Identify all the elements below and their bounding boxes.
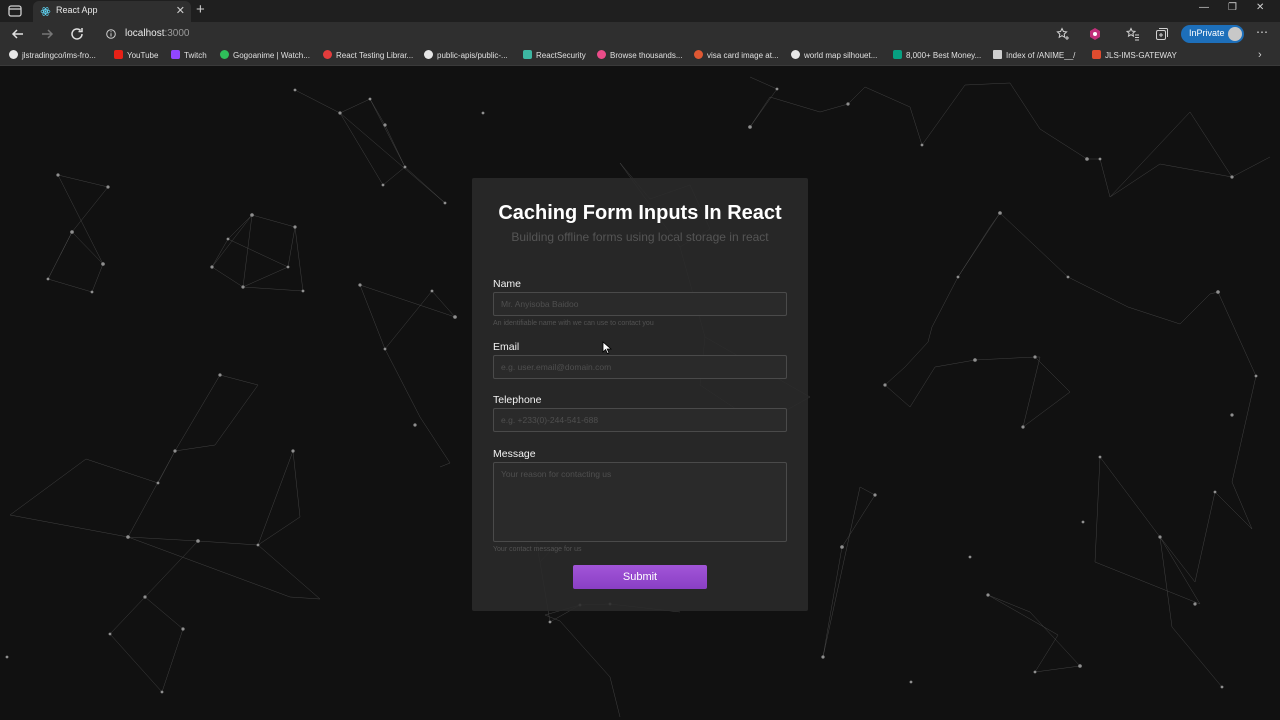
more-options-icon[interactable]: ⋯ bbox=[1256, 25, 1268, 39]
refresh-icon[interactable] bbox=[68, 25, 86, 43]
back-icon[interactable] bbox=[9, 25, 27, 43]
bookmark-item[interactable]: Gogoanime | Watch... bbox=[220, 50, 310, 63]
pexels-icon bbox=[893, 50, 902, 59]
email-placeholder: e.g. user.email@domain.com bbox=[501, 362, 612, 372]
site-info-icon[interactable] bbox=[106, 29, 116, 39]
close-tab-icon[interactable]: ✕ bbox=[176, 4, 185, 17]
new-tab-icon[interactable]: + bbox=[196, 1, 205, 19]
google-icon bbox=[791, 50, 800, 59]
tab-react-app[interactable]: React App ✕ bbox=[33, 1, 191, 22]
octopus-icon bbox=[323, 50, 332, 59]
message-label: Message bbox=[493, 448, 536, 460]
profile-avatar-icon bbox=[1228, 27, 1242, 41]
github-icon bbox=[424, 50, 433, 59]
extension-icon[interactable] bbox=[1088, 27, 1102, 41]
shield-icon bbox=[523, 50, 532, 59]
tab-actions-icon[interactable] bbox=[6, 3, 24, 19]
bookmark-item[interactable]: Twitch bbox=[171, 50, 207, 63]
page-subtitle: Building offline forms using local stora… bbox=[511, 230, 769, 244]
dribbble-icon bbox=[597, 50, 606, 59]
name-input[interactable]: Mr. Anyisoba Baidoo bbox=[493, 292, 787, 316]
restore-icon[interactable]: ❐ bbox=[1228, 2, 1237, 13]
email-label: Email bbox=[493, 341, 520, 353]
page-title: Caching Form Inputs In React bbox=[498, 202, 782, 224]
submit-button[interactable]: Submit bbox=[573, 565, 707, 589]
name-label: Name bbox=[493, 278, 522, 290]
bookmark-item[interactable]: ReactSecurity bbox=[523, 50, 586, 63]
bookmark-item[interactable]: YouTube bbox=[114, 50, 158, 63]
bookmark-item[interactable]: visa card image at... bbox=[694, 50, 779, 63]
inprivate-button[interactable]: InPrivate bbox=[1181, 25, 1244, 43]
address-toolbar: localhost:3000 InPrivate ⋯ bbox=[0, 22, 1280, 46]
minimize-icon[interactable]: — bbox=[1199, 2, 1209, 13]
collections-icon[interactable] bbox=[1155, 27, 1169, 41]
bookmarks-overflow-icon[interactable]: › bbox=[1258, 49, 1262, 61]
message-help-text: Your contact message for us bbox=[493, 546, 582, 553]
telephone-input[interactable]: e.g. +233(0)-244-541-688 bbox=[493, 408, 787, 432]
telephone-placeholder: e.g. +233(0)-244-541-688 bbox=[501, 415, 599, 425]
browser-window: React App ✕ + — ❐ ✕ localhost:3000 InPri… bbox=[0, 0, 1280, 720]
url-text: localhost:3000 bbox=[125, 28, 190, 39]
submit-label: Submit bbox=[622, 571, 658, 583]
bookmark-item[interactable]: React Testing Librar... bbox=[323, 50, 413, 63]
bookmark-item[interactable]: 8,000+ Best Money... bbox=[893, 50, 981, 63]
twitch-icon bbox=[171, 50, 180, 59]
tab-title: React App bbox=[56, 5, 98, 15]
name-placeholder: Mr. Anyisoba Baidoo bbox=[501, 299, 579, 309]
favorites-icon[interactable] bbox=[1126, 27, 1140, 41]
bookmark-item[interactable]: Index of /ANIME__/ bbox=[993, 50, 1075, 63]
contact-form-card: Caching Form Inputs In React Building of… bbox=[472, 178, 808, 611]
bookmark-item[interactable]: public-apis/public-... bbox=[424, 50, 508, 63]
duckduckgo-icon bbox=[694, 50, 703, 59]
tab-strip: React App ✕ + — ❐ ✕ bbox=[0, 0, 1280, 22]
message-textarea[interactable]: Your reason for contacting us bbox=[493, 462, 787, 542]
github-icon bbox=[9, 50, 18, 59]
address-bar[interactable]: localhost:3000 bbox=[98, 24, 1108, 44]
close-window-icon[interactable]: ✕ bbox=[1256, 2, 1264, 13]
bookmark-item[interactable]: jlstradingco/ims-fro... bbox=[9, 50, 96, 63]
bookmark-item[interactable]: Browse thousands... bbox=[597, 50, 682, 63]
youtube-icon bbox=[114, 50, 123, 59]
add-favorite-icon[interactable] bbox=[1056, 27, 1070, 41]
bookmark-item[interactable]: JLS-IMS-GATEWAY bbox=[1092, 50, 1177, 63]
telephone-label: Telephone bbox=[493, 394, 542, 406]
name-help-text: An identifiable name with we can use to … bbox=[493, 320, 654, 327]
gateway-icon bbox=[1092, 50, 1101, 59]
page-icon bbox=[993, 50, 1002, 59]
email-input[interactable]: e.g. user.email@domain.com bbox=[493, 355, 787, 379]
inprivate-label: InPrivate bbox=[1189, 28, 1225, 38]
react-logo-icon bbox=[40, 7, 51, 16]
message-placeholder: Your reason for contacting us bbox=[501, 469, 612, 479]
bookmarks-bar: jlstradingco/ims-fro... YouTube Twitch G… bbox=[0, 46, 1280, 66]
page-viewport: Caching Form Inputs In React Building of… bbox=[0, 67, 1280, 720]
bookmark-item[interactable]: world map silhouet... bbox=[791, 50, 877, 63]
forward-icon[interactable] bbox=[38, 25, 56, 43]
gogoanime-icon bbox=[220, 50, 229, 59]
mouse-cursor-icon bbox=[602, 341, 612, 355]
